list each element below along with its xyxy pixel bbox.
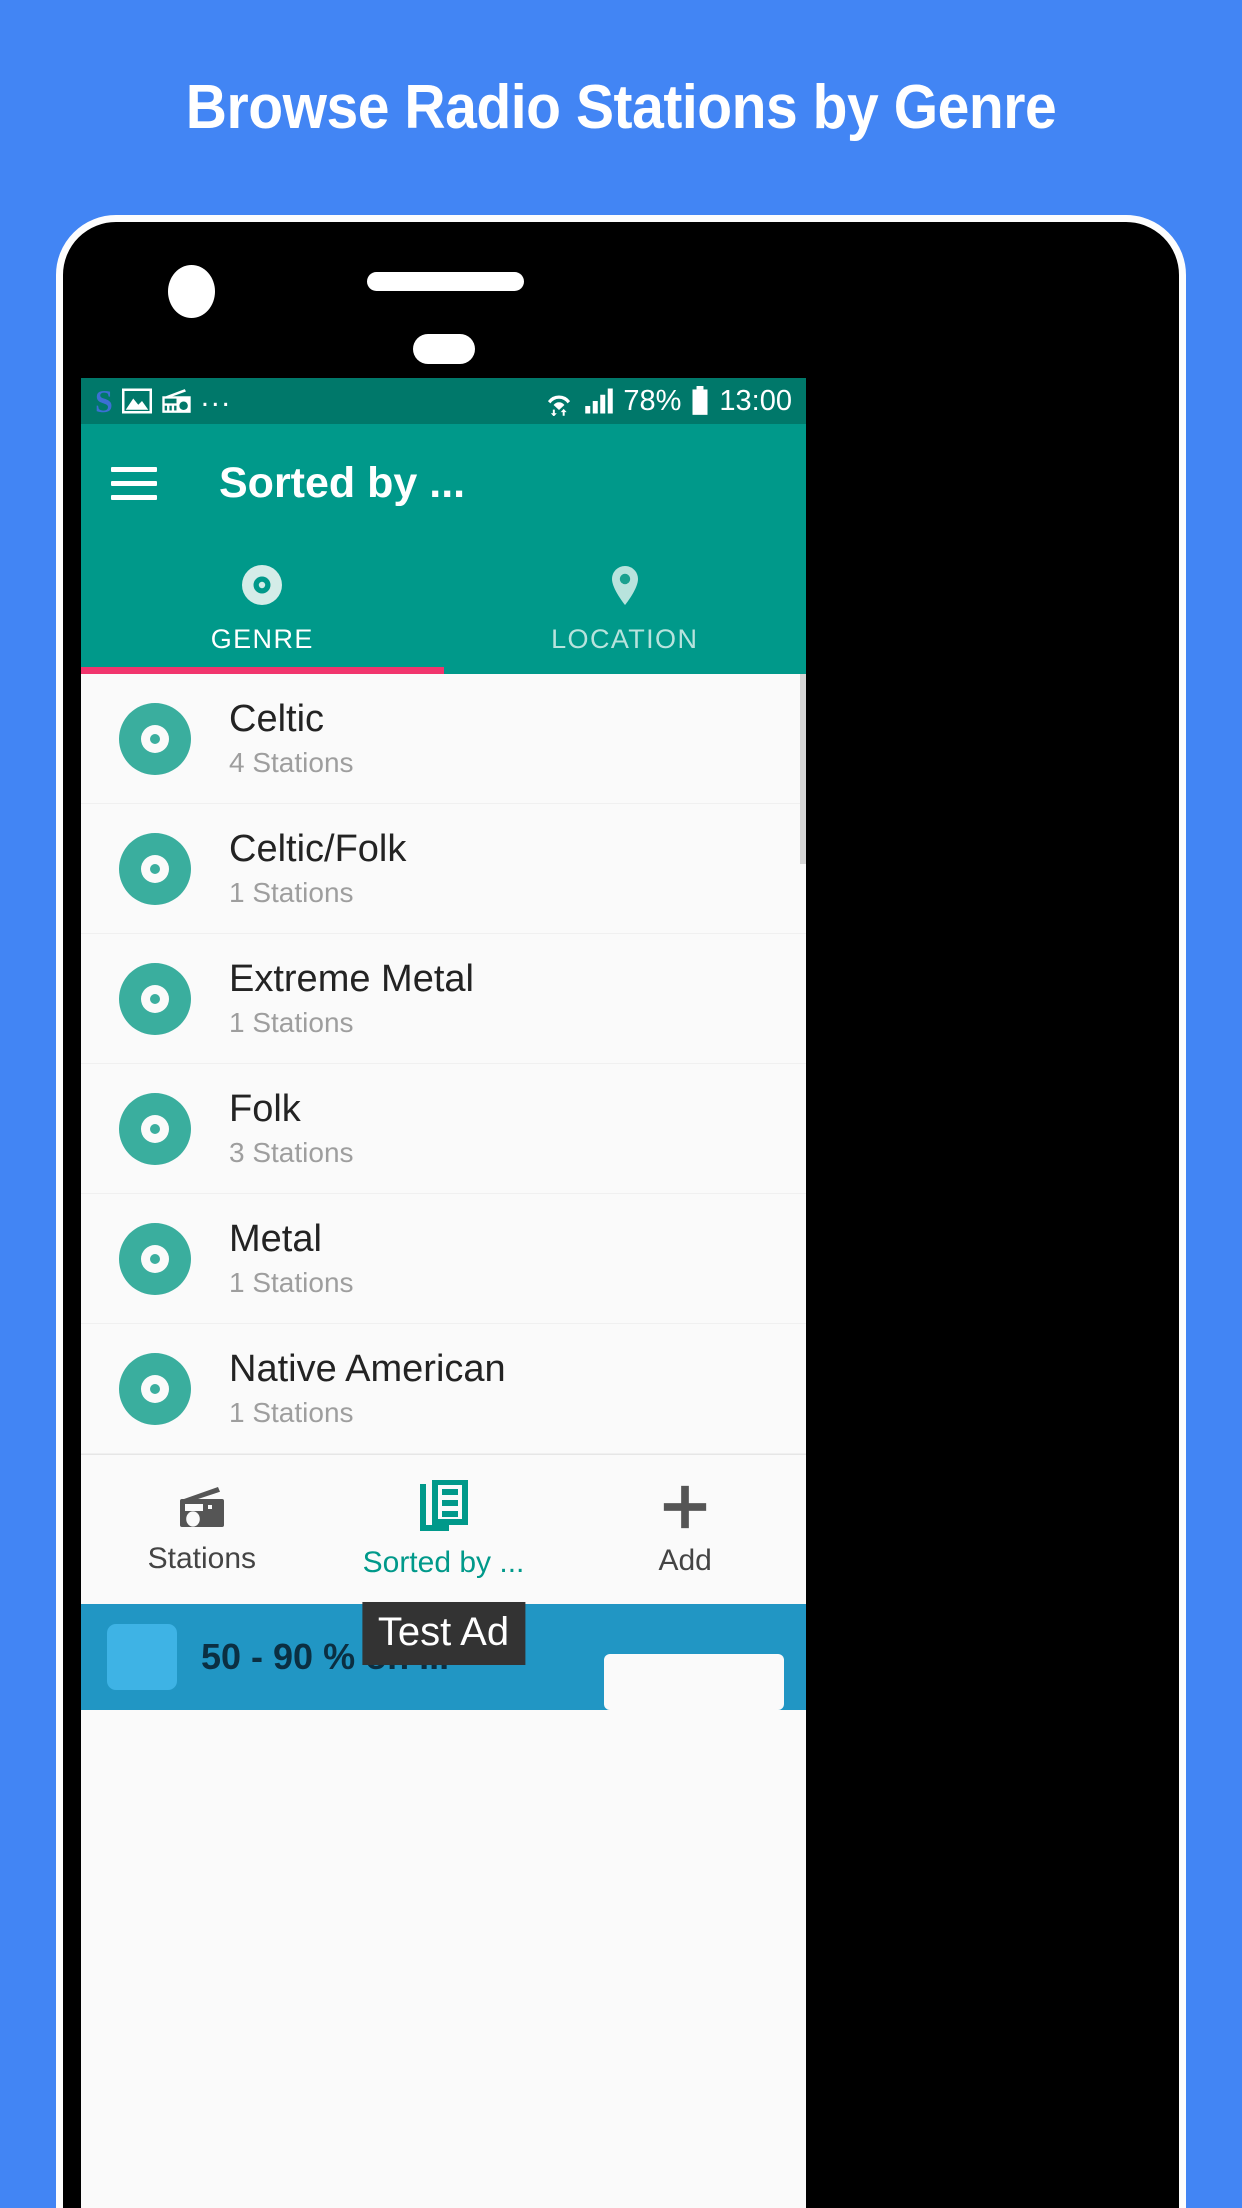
- radio-icon: [176, 1484, 228, 1530]
- list-item[interactable]: Celtic 4 Stations: [81, 674, 806, 804]
- tab-bar: GENRE LOCATION: [81, 542, 806, 674]
- app-bar-title: Sorted by ...: [219, 458, 466, 507]
- phone-mockup: S ... 78% 13:00 Sorted by ... GENRE LOCA…: [56, 215, 1186, 2208]
- cellular-signal-icon: [584, 387, 614, 415]
- disc-icon: [119, 1222, 191, 1295]
- battery-percent-label: 78%: [623, 384, 682, 417]
- clock-label: 13:00: [719, 384, 792, 417]
- list-item[interactable]: Metal 1 Stations: [81, 1194, 806, 1324]
- nav-label: Add: [658, 1543, 712, 1577]
- ad-banner[interactable]: 50 - 90 % on ... Test Ad: [81, 1602, 806, 1710]
- radio-icon: [161, 388, 192, 414]
- status-overflow-dots: ...: [200, 380, 232, 413]
- list-item[interactable]: Folk 3 Stations: [81, 1064, 806, 1194]
- genre-name: Native American: [229, 1348, 506, 1390]
- genre-name: Celtic/Folk: [229, 828, 407, 870]
- genre-list[interactable]: Celtic 4 Stations Celtic/Folk 1 Stations…: [81, 674, 806, 1454]
- phone-screen: S ... 78% 13:00 Sorted by ... GENRE LOCA…: [81, 378, 806, 2208]
- genre-station-count: 1 Stations: [229, 1007, 354, 1038]
- genre-station-count: 1 Stations: [229, 1267, 354, 1298]
- tab-location-label: LOCATION: [551, 624, 699, 654]
- tab-genre[interactable]: GENRE: [81, 542, 444, 674]
- location-pin-icon: [601, 561, 649, 609]
- genre-name: Folk: [229, 1088, 301, 1130]
- genre-name: Extreme Metal: [229, 958, 474, 1000]
- genre-station-count: 1 Stations: [229, 1397, 354, 1428]
- disc-icon: [238, 561, 286, 609]
- nav-label: Stations: [147, 1541, 257, 1575]
- disc-icon: [119, 962, 191, 1035]
- scrollbar-thumb[interactable]: [800, 674, 806, 864]
- disc-icon: [119, 1092, 191, 1165]
- disc-icon: [119, 832, 191, 905]
- wifi-icon: [543, 386, 575, 416]
- bottom-navigation: Stations Sorted by ... Add: [81, 1454, 806, 1604]
- ad-cta-button[interactable]: [604, 1654, 784, 1710]
- genre-station-count: 3 Stations: [229, 1137, 354, 1168]
- battery-icon: [690, 386, 710, 416]
- genre-name: Celtic: [229, 698, 325, 740]
- genre-name: Metal: [229, 1218, 322, 1260]
- nav-label: Sorted by ...: [362, 1545, 525, 1579]
- plus-icon: [660, 1482, 710, 1532]
- genre-station-count: 1 Stations: [229, 877, 354, 908]
- disc-icon: [119, 1352, 191, 1425]
- tab-genre-label: GENRE: [210, 624, 314, 654]
- proximity-sensor: [413, 334, 475, 364]
- ad-thumbnail: [107, 1624, 177, 1690]
- genre-station-count: 4 Stations: [229, 747, 354, 778]
- image-icon: [121, 388, 152, 414]
- list-item[interactable]: Extreme Metal 1 Stations: [81, 934, 806, 1064]
- disc-icon: [119, 702, 191, 775]
- list-item[interactable]: Native American 1 Stations: [81, 1324, 806, 1454]
- nav-item-sorted-by[interactable]: Sorted by ...: [323, 1455, 565, 1604]
- app-bar: Sorted by ... GENRE LOCATION: [81, 424, 806, 674]
- s-logo-icon: S: [95, 383, 113, 419]
- nav-item-stations[interactable]: Stations: [81, 1455, 323, 1604]
- tab-location[interactable]: LOCATION: [444, 542, 807, 674]
- list-stack-icon: [419, 1479, 469, 1534]
- hamburger-menu-icon[interactable]: [111, 466, 157, 500]
- tab-active-indicator: [81, 667, 444, 674]
- page-title: Browse Radio Stations by Genre: [185, 73, 1057, 142]
- list-item[interactable]: Celtic/Folk 1 Stations: [81, 804, 806, 934]
- nav-item-add[interactable]: Add: [564, 1455, 806, 1604]
- earpiece-speaker: [367, 272, 524, 291]
- test-ad-badge: Test Ad: [361, 1602, 526, 1665]
- front-camera-icon: [168, 265, 215, 318]
- status-bar: S ... 78% 13:00: [81, 378, 806, 424]
